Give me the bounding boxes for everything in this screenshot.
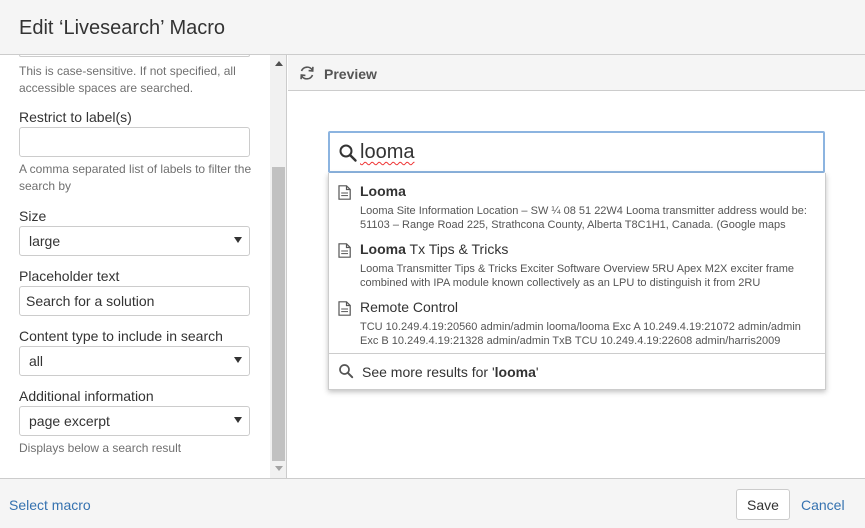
- additional-info-field-label: Additional information: [19, 388, 154, 404]
- size-select[interactable]: large: [19, 226, 250, 256]
- search-result-item[interactable]: Looma Looma Site Information Location – …: [329, 173, 825, 231]
- scrollbar-thumb[interactable]: [272, 167, 285, 461]
- livesearch-input[interactable]: looma: [328, 131, 825, 173]
- scroll-down-arrow[interactable]: [275, 466, 283, 471]
- search-icon: [339, 364, 354, 379]
- document-icon: [338, 301, 351, 316]
- result-title-highlight: Looma: [360, 183, 406, 199]
- cancel-link[interactable]: Cancel: [801, 497, 845, 513]
- result-title-rest: Tx Tips & Tricks: [405, 241, 509, 257]
- additional-info-select-value: page excerpt: [29, 413, 110, 429]
- labels-input[interactable]: [19, 127, 250, 157]
- result-title-rest: Remote Control: [360, 299, 459, 315]
- see-more-term: looma: [494, 364, 536, 380]
- see-more-suffix: ': [535, 364, 539, 380]
- save-button[interactable]: Save: [736, 489, 790, 520]
- search-result-excerpt: TCU 10.249.4.19:20560 admin/admin looma/…: [360, 321, 801, 347]
- labels-help-text: A comma separated list of labels to filt…: [19, 162, 252, 193]
- refresh-icon[interactable]: [298, 64, 316, 82]
- macro-parameters-panel: This is case-sensitive. If not specified…: [0, 55, 287, 478]
- placeholder-input[interactable]: Search for a solution: [19, 286, 250, 316]
- spaces-input[interactable]: [19, 55, 250, 57]
- size-select-value: large: [29, 233, 61, 249]
- placeholder-field-label: Placeholder text: [19, 268, 120, 284]
- dialog-header: Edit ‘Livesearch’ Macro: [0, 0, 865, 55]
- parameters-scrollbar[interactable]: [270, 55, 286, 478]
- document-icon: [338, 185, 351, 200]
- see-more-results-text[interactable]: See more results for 'looma': [362, 364, 539, 380]
- preview-header: Preview: [288, 55, 865, 91]
- scroll-up-arrow[interactable]: [275, 61, 283, 66]
- select-macro-link[interactable]: Select macro: [9, 497, 91, 513]
- search-result-excerpt: Looma Site Information Location – SW ¼ 0…: [360, 205, 807, 231]
- search-result-title[interactable]: Looma Tx Tips & Tricks: [360, 241, 508, 257]
- spaces-help-text: This is case-sensitive. If not specified…: [19, 64, 236, 95]
- preview-title: Preview: [324, 66, 377, 82]
- dialog-title: Edit ‘Livesearch’ Macro: [19, 17, 226, 39]
- search-query-text: looma: [360, 141, 415, 163]
- search-results-dropdown: Looma Looma Site Information Location – …: [328, 173, 826, 390]
- document-icon: [338, 243, 351, 258]
- content-type-select-value: all: [29, 353, 44, 369]
- additional-info-help-text: Displays below a search result: [19, 441, 182, 455]
- chevron-down-icon: [234, 237, 242, 243]
- search-result-item[interactable]: Looma Tx Tips & Tricks Looma Transmitter…: [329, 231, 825, 289]
- search-result-excerpt: Looma Transmitter Tips & Tricks Exciter …: [360, 263, 795, 289]
- chevron-down-icon: [234, 357, 242, 363]
- result-title-highlight: Looma: [360, 241, 406, 257]
- search-icon: [339, 144, 357, 162]
- additional-info-select[interactable]: page excerpt: [19, 406, 250, 436]
- search-result-item[interactable]: Remote Control TCU 10.249.4.19:20560 adm…: [329, 289, 825, 347]
- content-type-field-label: Content type to include in search: [19, 328, 223, 344]
- see-more-results-link[interactable]: See more results for 'looma': [329, 354, 825, 390]
- search-result-title[interactable]: Remote Control: [360, 299, 458, 315]
- labels-field-label: Restrict to label(s): [19, 109, 132, 125]
- size-field-label: Size: [19, 208, 47, 224]
- chevron-down-icon: [234, 417, 242, 423]
- search-result-title[interactable]: Looma: [360, 183, 406, 199]
- see-more-prefix: See more results for ': [362, 364, 495, 380]
- dialog-footer: Select macro Save Cancel: [0, 478, 865, 528]
- content-type-select[interactable]: all: [19, 346, 250, 376]
- preview-panel: Preview looma Looma Looma Site Informati…: [288, 55, 865, 478]
